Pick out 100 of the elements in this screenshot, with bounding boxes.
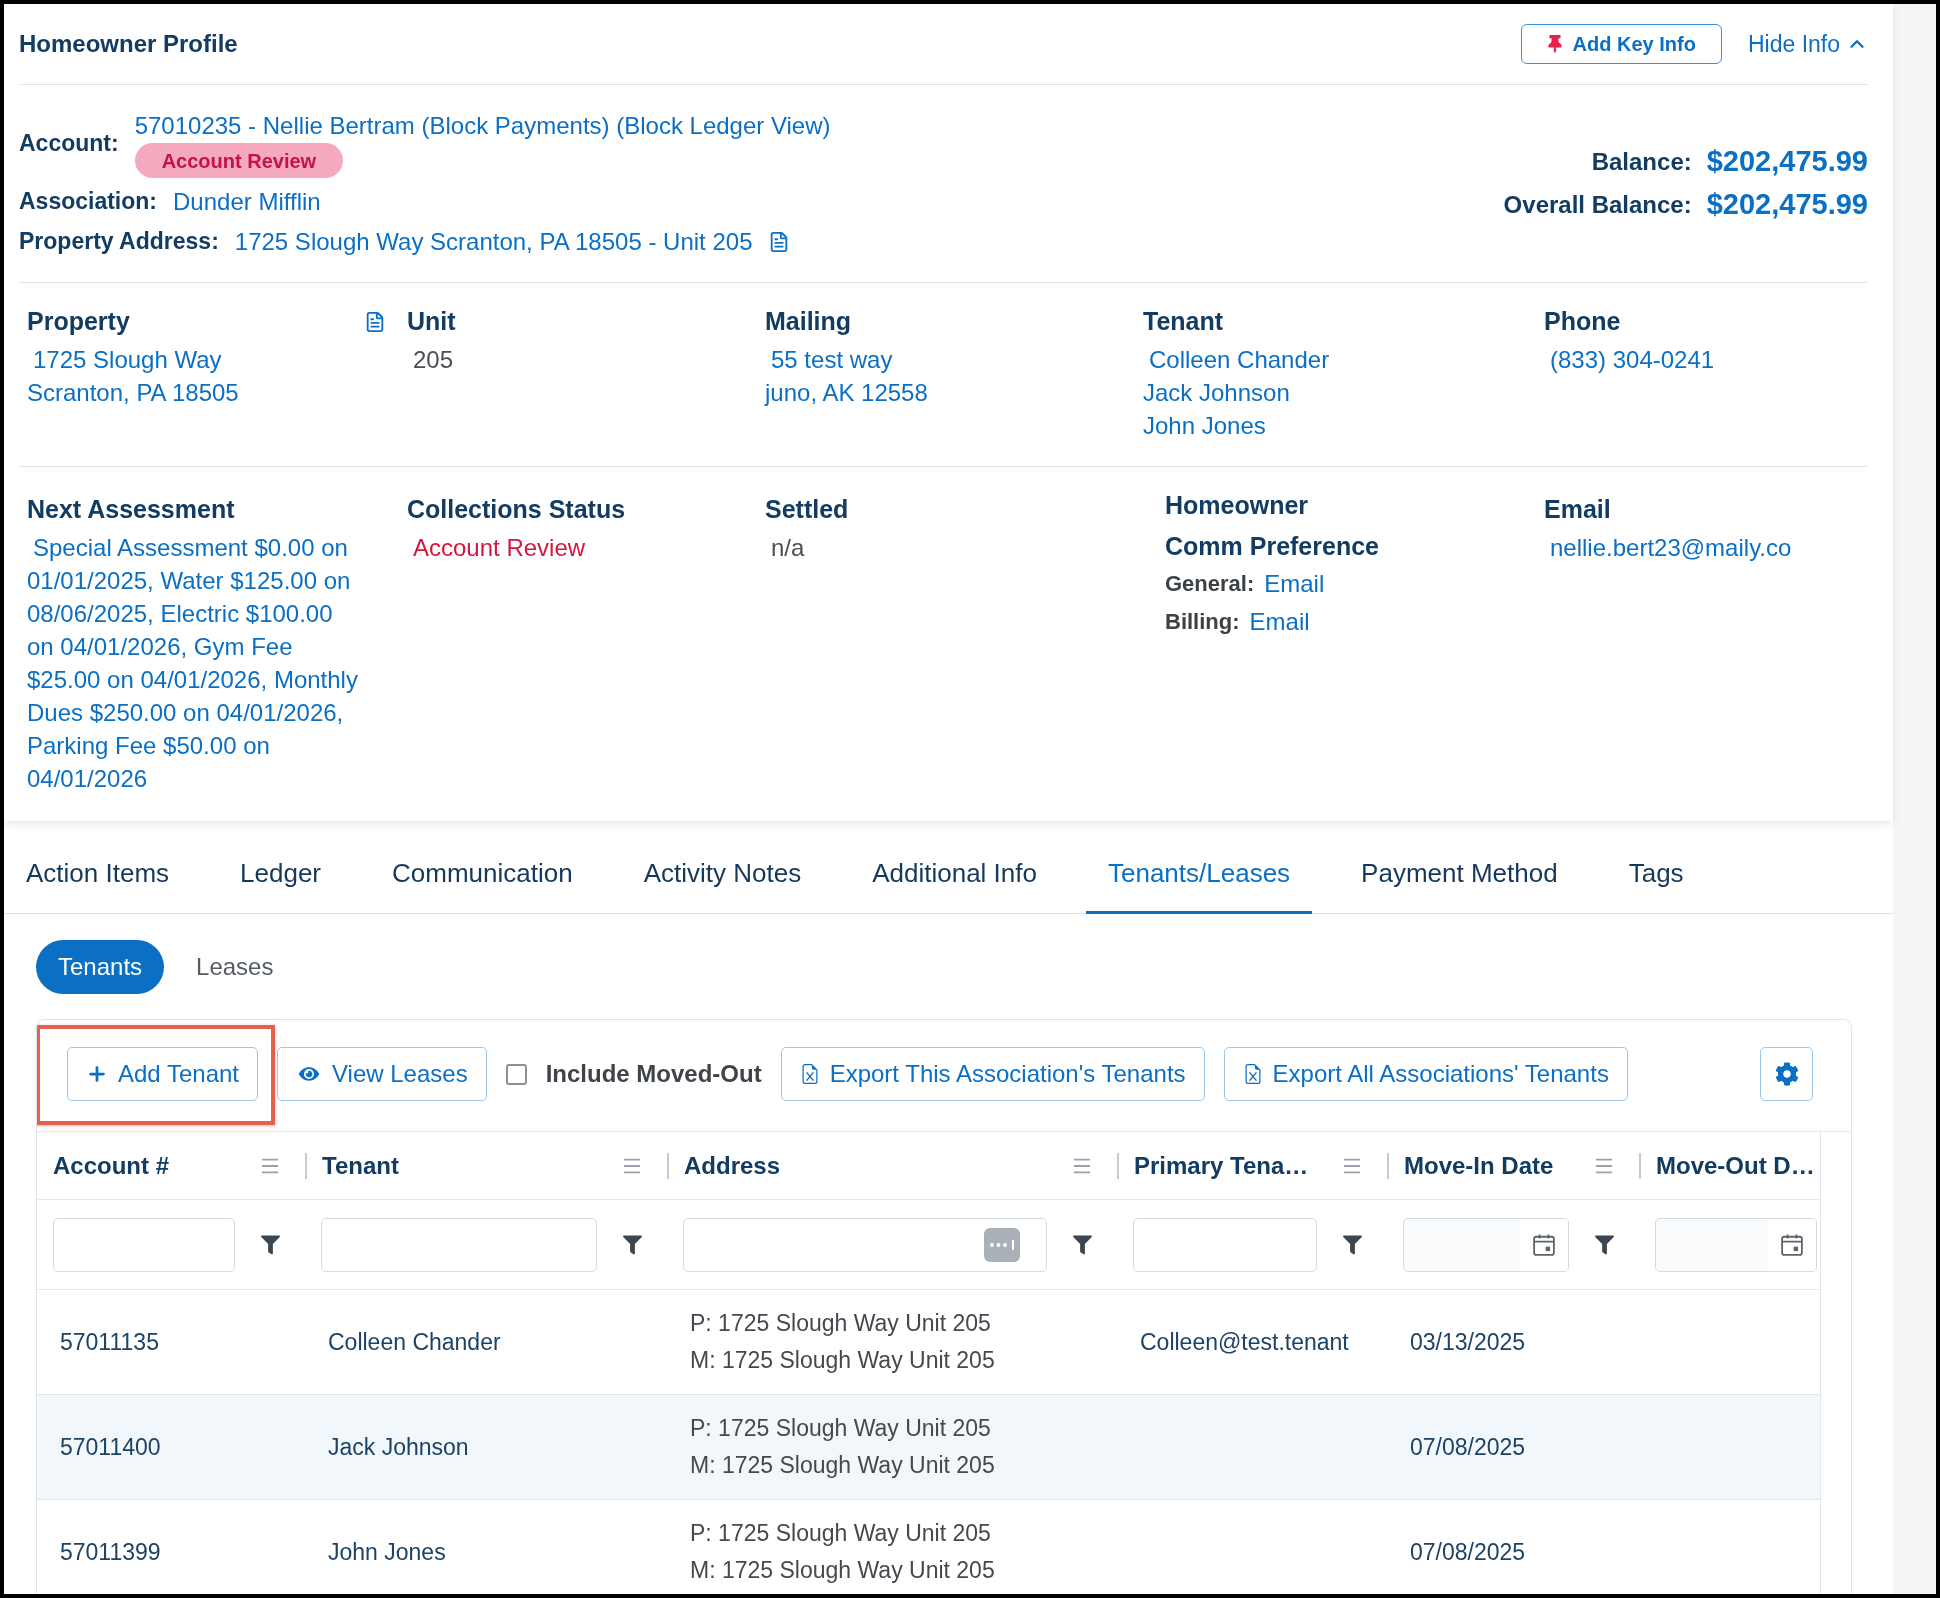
tab[interactable]: Tags bbox=[1606, 836, 1706, 914]
address-line: M: 1725 Slough Way Unit 205 bbox=[690, 1451, 995, 1480]
hide-info-button[interactable]: Hide Info bbox=[1747, 26, 1868, 62]
spreadsheet-file-icon bbox=[799, 1062, 820, 1086]
tab[interactable]: Payment Method bbox=[1339, 836, 1580, 914]
field-value: n/a bbox=[771, 533, 805, 563]
subtab[interactable]: Leases bbox=[174, 940, 296, 994]
filter-icon[interactable] bbox=[1072, 1234, 1092, 1255]
tab[interactable]: Communication bbox=[370, 836, 595, 914]
profile-title: Homeowner Profile bbox=[19, 29, 238, 59]
field-link[interactable]: John Jones bbox=[1143, 409, 1266, 442]
export-button[interactable]: Export This Association's Tenants bbox=[780, 1047, 1205, 1101]
add-tenant-button[interactable]: Add Tenant bbox=[67, 1047, 258, 1101]
field-value: 205 bbox=[413, 345, 454, 375]
eye-icon bbox=[296, 1065, 322, 1083]
calendar-icon[interactable] bbox=[1533, 1233, 1555, 1256]
preference-label: Billing: bbox=[1165, 608, 1240, 636]
column-header[interactable]: Tenant bbox=[322, 1147, 399, 1184]
column-header[interactable]: Move-In Date bbox=[1404, 1147, 1554, 1184]
table-cell-text: 57011399 bbox=[60, 1537, 161, 1567]
field-label: Account: bbox=[19, 129, 119, 158]
field-link[interactable]: 1725 Slough Way bbox=[33, 343, 222, 376]
tab[interactable]: Additional Info bbox=[850, 836, 1059, 914]
ellipsis-icon bbox=[989, 1239, 1015, 1250]
field-link[interactable]: (833) 304-0241 bbox=[1550, 343, 1715, 376]
field-label: Association: bbox=[19, 187, 158, 216]
field-link[interactable]: 1725 Slough Way Scranton, PA 18505 - Unit 205 bbox=[234, 225, 753, 258]
settings-button[interactable] bbox=[1760, 1047, 1813, 1101]
export-button[interactable]: Export All Associations' Tenants bbox=[1223, 1047, 1628, 1101]
balance-label: Balance: bbox=[1591, 147, 1692, 177]
field-heading: Collections Status bbox=[407, 494, 626, 525]
field-link[interactable]: nellie.bert23@maily.co bbox=[1550, 531, 1792, 564]
field-link[interactable]: juno, AK 12558 bbox=[765, 376, 928, 409]
field-heading: Property bbox=[27, 306, 130, 337]
table-cell-text: 07/08/2025 bbox=[1410, 1432, 1526, 1462]
field-link[interactable]: Scranton, PA 18505 bbox=[27, 376, 239, 409]
table-cell-text: Colleen Chander bbox=[328, 1327, 501, 1357]
table-cell-text: 57011135 bbox=[60, 1327, 159, 1357]
field-heading: Mailing bbox=[765, 306, 852, 337]
tab[interactable]: Tenants/Leases bbox=[1085, 836, 1313, 914]
field-link[interactable]: 57010235 - Nellie Bertram (Block Payments) (Block Ledger View) bbox=[134, 109, 831, 142]
settings-icon bbox=[1774, 1062, 1799, 1086]
calendar-icon[interactable] bbox=[1781, 1233, 1803, 1256]
filter-icon[interactable] bbox=[1594, 1234, 1614, 1255]
address-line: P: 1725 Slough Way Unit 205 bbox=[690, 1519, 991, 1548]
address-line: M: 1725 Slough Way Unit 205 bbox=[690, 1346, 995, 1375]
balance-amount: $202,475.99 bbox=[1706, 144, 1868, 180]
checkbox-label: Include Moved-Out bbox=[545, 1059, 762, 1089]
add-key-info-button[interactable]: Add Key Info bbox=[1520, 24, 1722, 64]
status-text: Account Review bbox=[413, 533, 586, 563]
table-cell-text: John Jones bbox=[328, 1537, 446, 1567]
column-header[interactable]: Address bbox=[684, 1147, 781, 1184]
field-link[interactable]: Jack Johnson bbox=[1143, 376, 1290, 409]
filter-icon[interactable] bbox=[622, 1234, 642, 1255]
document-icon[interactable] bbox=[364, 309, 386, 334]
address-line: P: 1725 Slough Way Unit 205 bbox=[690, 1414, 991, 1443]
date-input[interactable] bbox=[1655, 1217, 1817, 1272]
checkbox[interactable] bbox=[505, 1063, 527, 1085]
balance-label: Overall Balance: bbox=[1503, 190, 1692, 220]
filter-input[interactable] bbox=[1133, 1217, 1317, 1272]
balance-amount: $202,475.99 bbox=[1706, 187, 1868, 223]
table-cell-text: Colleen@test.tenant bbox=[1140, 1327, 1349, 1357]
filter-icon[interactable] bbox=[1342, 1234, 1362, 1255]
table-cell-text: 57011400 bbox=[60, 1432, 161, 1462]
filter-input[interactable] bbox=[321, 1217, 597, 1272]
field-link[interactable]: Email bbox=[1249, 605, 1310, 638]
spreadsheet-file-icon bbox=[1242, 1062, 1263, 1086]
filter-input[interactable] bbox=[53, 1217, 235, 1272]
field-link[interactable]: Colleen Chander bbox=[1149, 343, 1330, 376]
field-label: Property Address: bbox=[19, 227, 219, 256]
field-link[interactable]: Dunder Mifflin bbox=[173, 185, 321, 218]
status-badge: Account Review bbox=[134, 143, 344, 178]
assessment-text: Special Assessment $0.00 on 01/01/2025, Water $125.00 on 08/06/2025, Electric $100.00 on 04/01/2026, Gym Fee $25.00 on 04/01/2026, Monthly Dues $250.00 on 04/01/2026, Parking Fee $50.00 on 04/01/2026 bbox=[27, 533, 359, 794]
field-heading: Email bbox=[1544, 494, 1611, 525]
pushpin-icon bbox=[1546, 35, 1563, 53]
table-cell-text: 07/08/2025 bbox=[1410, 1537, 1526, 1567]
table-cell-text: 03/13/2025 bbox=[1410, 1327, 1526, 1357]
column-header[interactable]: Account # bbox=[53, 1147, 169, 1184]
address-line: P: 1725 Slough Way Unit 205 bbox=[690, 1309, 991, 1338]
view-leases-button[interactable]: View Leases bbox=[277, 1047, 487, 1101]
field-heading: Settled bbox=[765, 494, 849, 525]
subtab[interactable]: Tenants bbox=[36, 940, 165, 994]
tab[interactable]: Action Items bbox=[4, 836, 192, 914]
field-link[interactable]: Email bbox=[1264, 567, 1325, 600]
field-heading: Phone bbox=[1544, 306, 1621, 337]
date-input[interactable] bbox=[1403, 1217, 1569, 1272]
tab[interactable]: Activity Notes bbox=[621, 836, 824, 914]
tab[interactable]: Ledger bbox=[218, 836, 344, 914]
table-cell-text: Jack Johnson bbox=[328, 1432, 469, 1462]
address-line: M: 1725 Slough Way Unit 205 bbox=[690, 1556, 995, 1585]
column-header[interactable]: Move-Out D… bbox=[1656, 1147, 1815, 1184]
preference-label: General: bbox=[1165, 570, 1255, 598]
column-header[interactable]: Primary Tena… bbox=[1134, 1147, 1309, 1184]
field-link[interactable]: 55 test way bbox=[771, 343, 893, 376]
field-heading: Next Assessment bbox=[27, 494, 235, 525]
plus-icon bbox=[86, 1063, 108, 1085]
field-heading: Tenant bbox=[1143, 306, 1224, 337]
options-button[interactable] bbox=[984, 1227, 1020, 1262]
filter-input[interactable] bbox=[683, 1217, 1047, 1272]
filter-icon[interactable] bbox=[260, 1234, 280, 1255]
